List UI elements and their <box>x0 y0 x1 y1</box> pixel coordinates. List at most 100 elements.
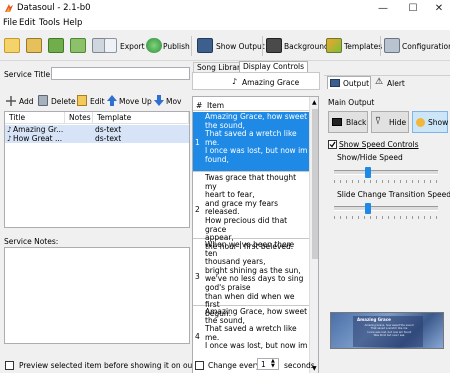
slide-change-speed-slider[interactable] <box>334 206 438 211</box>
close-button[interactable]: ✕ <box>424 0 450 17</box>
verse-list-scrollbar[interactable]: ▲ ▼ <box>309 97 318 373</box>
templates-icon[interactable] <box>326 38 342 53</box>
show-hide-speed-label: Show/Hide Speed <box>337 153 403 162</box>
preview-text-box: Amazing Grace Amazing Grace, how sweet t… <box>353 316 423 347</box>
hide-button-label: Hide <box>389 118 407 127</box>
service-notes-textarea[interactable] <box>4 247 190 344</box>
change-every-checkbox[interactable] <box>195 361 204 370</box>
verse-list-header: # Item <box>193 97 309 111</box>
column-header-item[interactable]: Item <box>207 101 224 110</box>
configuration-button[interactable]: Configuration <box>402 42 450 51</box>
verse-item[interactable]: 3 When we've been there ten thousand yea… <box>193 240 309 318</box>
move-up-button[interactable]: Move Up <box>119 97 152 106</box>
menu-edit[interactable]: Edit <box>19 18 35 28</box>
show-hide-speed-slider[interactable] <box>334 170 438 175</box>
delete-button[interactable]: Delete <box>51 97 76 106</box>
spinner-arrows-icon[interactable]: ▲ ▼ <box>271 359 275 369</box>
change-every-value: 1 <box>261 360 266 369</box>
publish-button[interactable]: Publish <box>163 42 190 51</box>
scrollbar-thumb[interactable] <box>312 109 318 259</box>
verse-text: Amazing Grace, how sweet the sound, That… <box>205 307 308 351</box>
show-speed-controls-checkbox[interactable] <box>328 140 337 149</box>
toolbar-separator <box>380 36 381 56</box>
monitor-icon <box>330 79 340 87</box>
row-title: Amazing Gr... <box>13 125 63 134</box>
background-button[interactable]: Background <box>284 42 329 51</box>
title-bar: Datasoul - 2.1-b0 — ☐ ✕ <box>0 0 450 17</box>
export-icon[interactable] <box>104 38 117 53</box>
menu-help[interactable]: Help <box>63 18 82 28</box>
delete-trash-icon <box>38 95 48 106</box>
alert-triangle-icon: ⚠ <box>375 77 384 87</box>
add-button[interactable]: Add <box>19 97 34 106</box>
main-output-label: Main Output <box>328 98 375 107</box>
table-row[interactable]: ♪ How Great ... ds-text <box>5 134 189 143</box>
configuration-tools-icon[interactable] <box>384 38 400 53</box>
verse-list: # Item 1 Amazing Grace, how sweet the so… <box>192 96 319 373</box>
menu-file[interactable]: File <box>3 18 17 28</box>
slide-change-speed-label: Slide Change Transition Speed <box>337 190 450 199</box>
song-title: Amazing Grace <box>242 78 300 87</box>
change-every-spinner[interactable]: 1 ▲ ▼ <box>257 358 279 370</box>
save-as-icon[interactable] <box>70 38 86 53</box>
show-hide-speed-thumb[interactable] <box>365 167 372 178</box>
new-file-icon[interactable] <box>4 38 20 53</box>
column-header-title[interactable]: Title <box>5 112 65 124</box>
music-note-icon: ♪ <box>7 134 12 143</box>
show-button[interactable]: Show <box>412 111 448 133</box>
arrow-up-icon <box>107 95 117 106</box>
row-template: ds-text <box>95 125 122 134</box>
tab-output[interactable]: Output <box>327 76 371 89</box>
minimize-button[interactable]: — <box>368 0 398 17</box>
show-icon <box>416 118 425 127</box>
verse-text: Amazing Grace, how sweet the sound, That… <box>205 112 308 164</box>
display-controls-panel: Song Library Display Controls ♪ Amazing … <box>192 61 322 373</box>
service-title-input[interactable] <box>51 67 190 80</box>
verse-number: 2 <box>195 205 200 214</box>
show-output-button[interactable]: Show Output <box>216 42 265 51</box>
slide-change-speed-thumb[interactable] <box>365 203 372 214</box>
row-template: ds-text <box>95 134 122 143</box>
datasoul-logo-icon <box>5 4 13 12</box>
templates-button[interactable]: Templates <box>344 42 382 51</box>
publish-globe-icon[interactable] <box>146 38 162 53</box>
column-header-number[interactable]: # <box>196 101 202 110</box>
menu-tools[interactable]: Tools <box>39 18 60 28</box>
verse-item[interactable]: 1 Amazing Grace, how sweet the sound, Th… <box>193 112 309 172</box>
scroll-up-arrow-icon[interactable]: ▲ <box>312 99 317 106</box>
open-folder-icon[interactable] <box>26 38 42 53</box>
hide-button[interactable]: ⍢ Hide <box>371 111 409 133</box>
move-down-button[interactable]: Mov <box>166 97 182 106</box>
output-preview: Amazing Grace Amazing Grace, how sweet t… <box>330 312 444 349</box>
save-icon[interactable] <box>48 38 64 53</box>
verse-number: 3 <box>195 272 200 281</box>
black-button[interactable]: Black <box>328 111 368 133</box>
service-title-label: Service Title: <box>4 70 53 79</box>
toolbar-separator <box>262 36 263 56</box>
seconds-label: seconds <box>284 361 315 370</box>
edit-button[interactable]: Edit <box>90 97 105 106</box>
change-every-label: Change every <box>208 361 261 370</box>
show-speed-controls-label: Show Speed Controls <box>339 140 419 149</box>
service-items-table: Title Notes Template ♪ Amazing Gr... ds-… <box>4 111 190 228</box>
column-header-notes[interactable]: Notes <box>65 112 93 124</box>
row-title: How Great ... <box>13 134 63 143</box>
tab-alert-label: Alert <box>387 79 405 88</box>
column-header-template[interactable]: Template <box>93 112 189 124</box>
export-button[interactable]: Export <box>120 42 145 51</box>
preview-checkbox[interactable] <box>5 361 14 370</box>
service-notes-label: Service Notes: <box>4 237 59 246</box>
tab-alert[interactable]: ⚠ Alert <box>373 77 411 89</box>
preview-checkbox-label: Preview selected item before showing it … <box>19 361 212 370</box>
background-image-icon[interactable] <box>266 38 282 53</box>
verse-item[interactable]: 2 Twas grace that thought my heart to fe… <box>193 173 309 251</box>
table-row[interactable]: ♪ Amazing Gr... ds-text <box>5 125 189 134</box>
toolbar: Export Publish Show Output Background Te… <box>0 31 450 61</box>
tab-display-controls[interactable]: Display Controls <box>239 61 309 72</box>
black-button-label: Black <box>346 118 367 127</box>
preview-title: Amazing Grace <box>357 317 391 322</box>
show-output-monitor-icon[interactable] <box>197 38 213 53</box>
window-title: Datasoul - 2.1-b0 <box>17 3 91 13</box>
edit-pencil-icon <box>77 95 87 106</box>
verse-number: 4 <box>195 332 200 341</box>
